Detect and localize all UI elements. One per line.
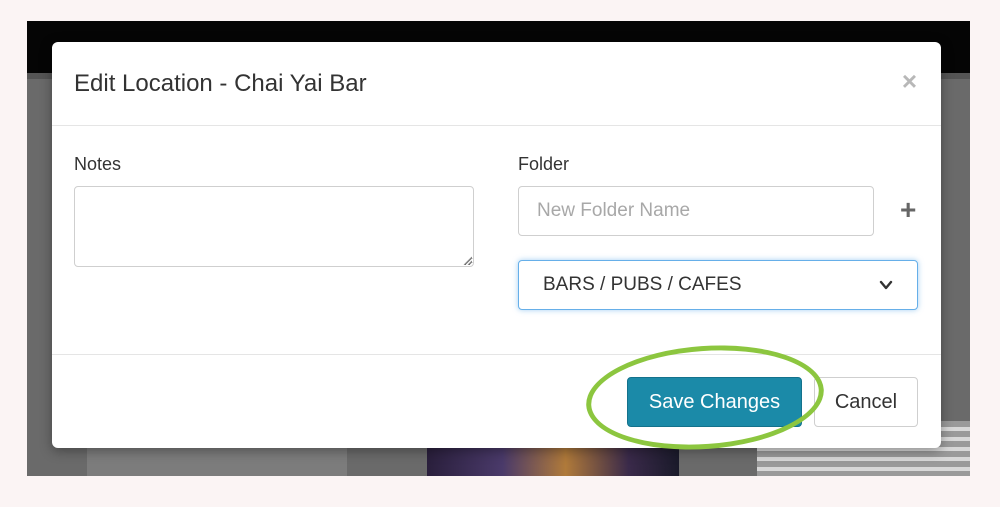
- cancel-button[interactable]: Cancel: [814, 377, 918, 427]
- resize-grip-icon[interactable]: [462, 255, 472, 265]
- folder-label: Folder: [518, 154, 570, 174]
- modal-header: Edit Location - Chai Yai Bar ×: [52, 42, 941, 126]
- folder-select-value: BARS / PUBS / CAFES: [543, 274, 742, 295]
- modal-footer: Save Changes Cancel: [52, 355, 941, 447]
- new-folder-name-input[interactable]: [518, 186, 874, 236]
- add-folder-plus-icon[interactable]: +: [900, 196, 916, 224]
- notes-label: Notes: [74, 154, 122, 174]
- chevron-down-icon: [879, 280, 893, 290]
- modal-title: Edit Location - Chai Yai Bar: [74, 70, 367, 97]
- edit-location-modal: Edit Location - Chai Yai Bar × Notes Fol…: [52, 42, 941, 448]
- folder-select[interactable]: BARS / PUBS / CAFES: [518, 260, 918, 310]
- close-icon[interactable]: ×: [902, 68, 917, 94]
- save-changes-button[interactable]: Save Changes: [627, 377, 802, 427]
- modal-body: Notes Folder + BARS / PUBS / CAFES: [52, 126, 941, 355]
- notes-textarea[interactable]: [74, 186, 474, 267]
